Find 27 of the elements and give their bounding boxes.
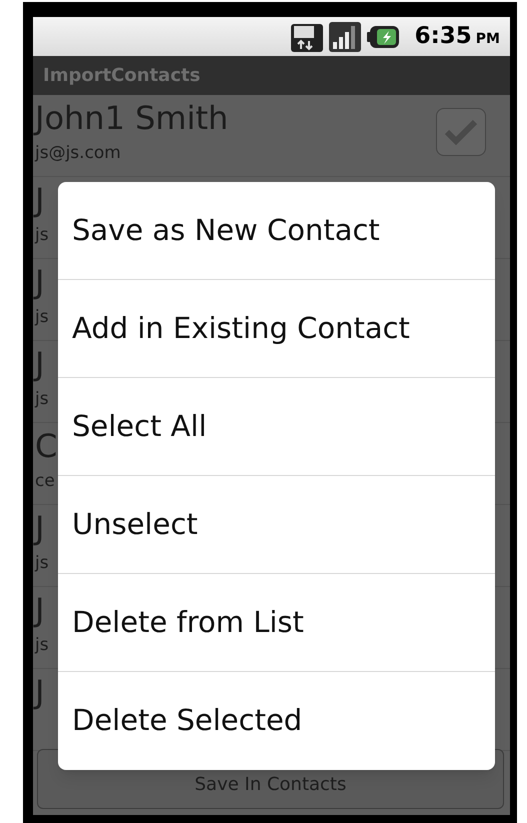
check-icon [444,118,478,146]
menu-item[interactable]: Save as New Contact [58,182,495,280]
status-meridiem: PM [476,30,500,50]
contact-email: ce [35,470,56,493]
checkbox[interactable] [436,108,486,156]
contact-email: js [35,306,49,329]
contact-name: J [35,262,46,303]
menu-item[interactable]: Delete from List [58,574,495,672]
menu-item[interactable]: Select All [58,378,495,476]
battery-icon [366,24,399,48]
contact-name: C [35,426,58,467]
contact-name: J [35,180,46,221]
menu-item[interactable]: Unselect [58,476,495,574]
signal-icon [328,22,361,52]
menu-item[interactable]: Add in Existing Contact [58,280,495,378]
contact-email: js [35,388,49,411]
app-title: ImportContacts [43,64,200,88]
contact-email: js [35,552,49,575]
contact-name: J [35,344,46,385]
contact-email: js [35,224,49,247]
contact-name: J [35,672,44,713]
status-time: 6:35 [414,22,472,52]
contact-email: js@js.com [35,142,122,165]
contact-name: J [35,590,46,631]
contact-name: John1 Smith [35,98,228,139]
contact-email: js [35,634,49,657]
contact-name: J [35,508,46,549]
